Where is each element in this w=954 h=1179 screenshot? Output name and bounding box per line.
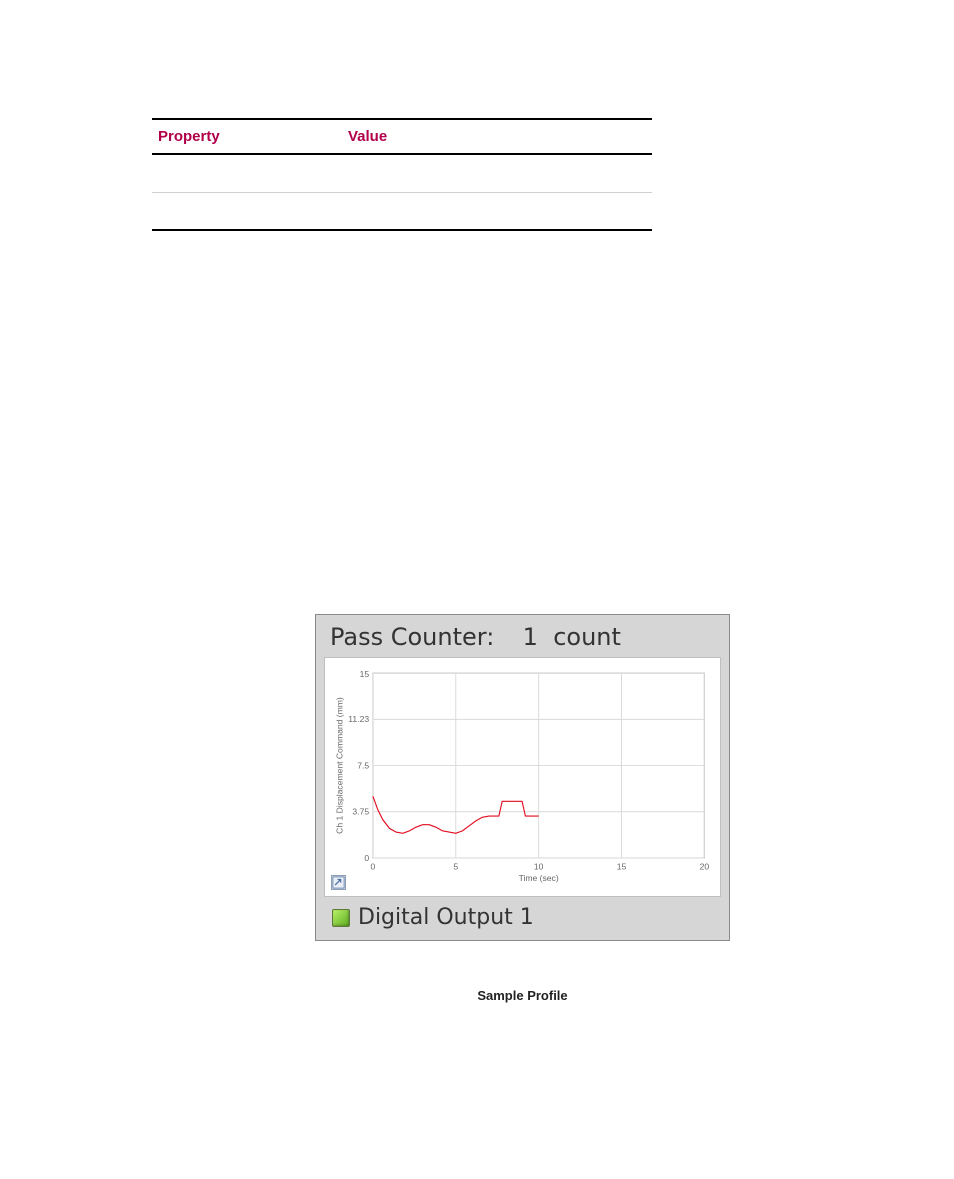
y-axis-label: Ch 1 Displacement Command (mm)	[334, 697, 344, 834]
col-header-value: Value	[342, 119, 652, 154]
ytick-2: 7.5	[357, 760, 369, 770]
ytick-0: 0	[364, 853, 369, 863]
table: Property Value	[152, 118, 652, 231]
cell-property	[152, 192, 342, 230]
ytick-4: 15	[360, 669, 370, 679]
table-row	[152, 192, 652, 230]
ytick-3: 11.23	[348, 714, 369, 724]
xtick-1: 5	[453, 861, 458, 871]
digital-output-indicator: Digital Output 1	[324, 897, 721, 932]
profile-chart: 0 3.75 7.5 11.23 15 0 5 10 15	[324, 657, 721, 897]
table-row	[152, 154, 652, 192]
cell-value	[342, 192, 652, 230]
x-axis-label: Time (sec)	[519, 873, 559, 883]
xtick-4: 20	[700, 861, 710, 871]
col-header-property: Property	[152, 119, 342, 154]
sample-profile-panel: Pass Counter: 1 count 0 3.75 7.5 11.23 1	[315, 614, 730, 941]
chart-svg: 0 3.75 7.5 11.23 15 0 5 10 15	[331, 664, 712, 890]
y-axis: 0 3.75 7.5 11.23 15	[348, 669, 704, 863]
property-table: Property Value	[152, 118, 652, 231]
xtick-2: 10	[534, 861, 544, 871]
figure-caption: Sample Profile	[315, 988, 730, 1003]
x-axis: 0 5 10 15 20	[371, 673, 710, 871]
pass-counter-unit: count	[553, 623, 621, 651]
cell-value	[342, 154, 652, 192]
digital-output-label: Digital Output 1	[358, 905, 534, 930]
status-led-icon	[332, 909, 350, 927]
pass-counter-value: 1	[502, 623, 538, 651]
ytick-1: 3.75	[352, 807, 369, 817]
cell-property	[152, 154, 342, 192]
pass-counter-readout: Pass Counter: 1 count	[324, 621, 721, 657]
pass-counter-label: Pass Counter:	[330, 623, 494, 651]
xtick-0: 0	[371, 861, 376, 871]
expand-chart-icon[interactable]	[331, 875, 346, 890]
xtick-3: 15	[617, 861, 627, 871]
